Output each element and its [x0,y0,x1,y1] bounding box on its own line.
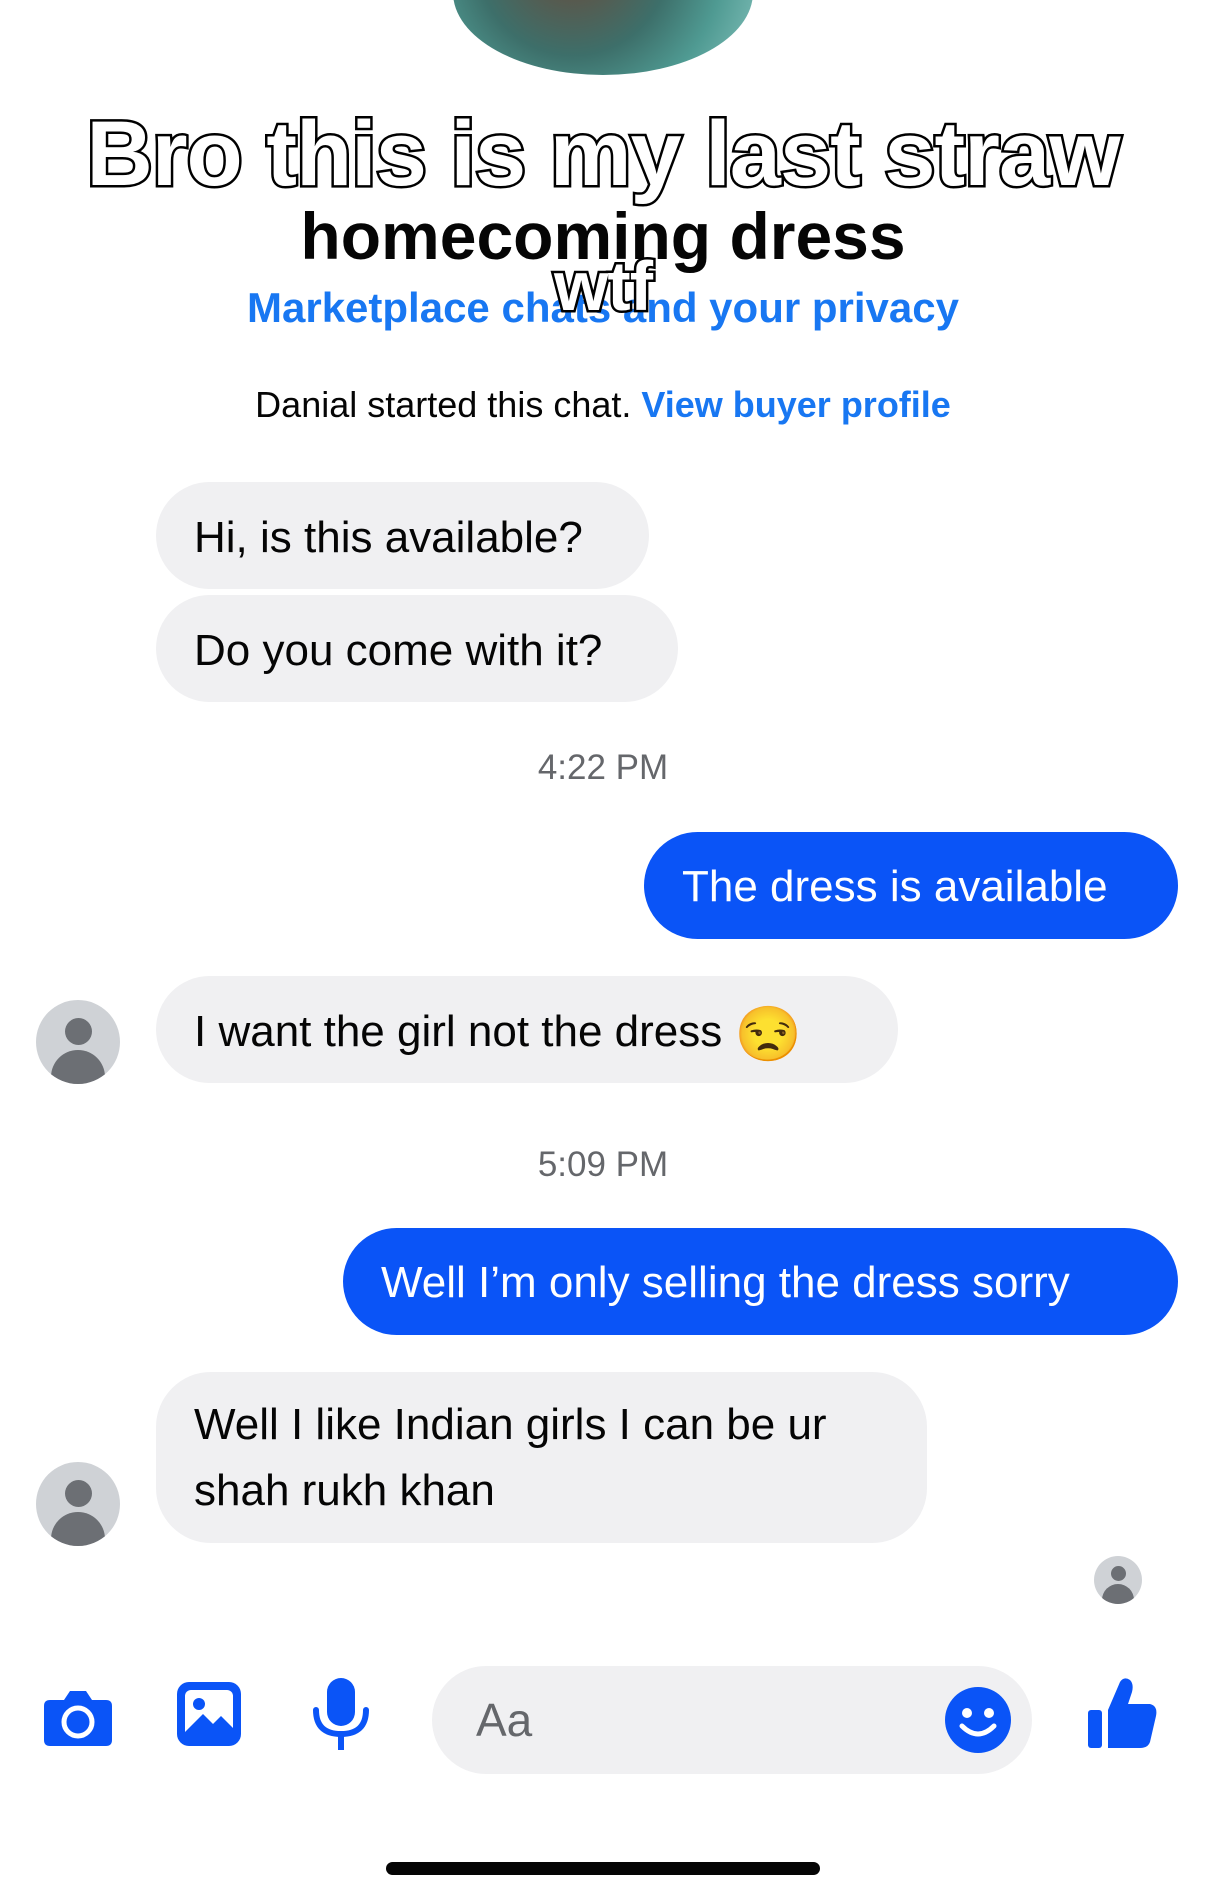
incoming-message[interactable]: I want the girl not the dress 😒 [156,976,898,1083]
overlay-caption-line-1: Bro this is my last straw [84,101,1123,208]
message-text: I want the girl not the dress [194,1007,723,1056]
avatar-head-shape [65,1480,92,1507]
sender-avatar[interactable] [36,1462,120,1546]
like-icon[interactable] [1086,1676,1160,1750]
sender-avatar[interactable] [36,1000,120,1084]
avatar-body-shape [51,1050,105,1084]
chat-started-line: Danial started this chat. View buyer pro… [0,384,1206,426]
emoji-icon[interactable] [944,1686,1012,1754]
incoming-message[interactable]: Hi, is this available? [156,482,649,589]
overlay-caption-line-2: wtf [551,245,655,328]
message-text: Do you come with it? [194,626,603,675]
message-text: Well I like Indian girls I can be ur sha… [194,1400,827,1515]
outgoing-message[interactable]: The dress is available [644,832,1178,939]
message-text: Hi, is this available? [194,513,583,562]
avatar-body-shape [1102,1584,1134,1604]
home-indicator[interactable] [386,1862,820,1875]
outgoing-message[interactable]: Well I’m only selling the dress sorry [343,1228,1178,1335]
gallery-icon[interactable] [175,1680,243,1748]
camera-icon[interactable] [42,1686,114,1748]
avatar-head-shape [65,1018,92,1045]
avatar-body-shape [51,1512,105,1546]
view-buyer-profile-link[interactable]: View buyer profile [641,384,950,425]
incoming-message[interactable]: Do you come with it? [156,595,678,702]
unamused-face-emoji: 😒 [734,1004,802,1065]
message-text: The dress is available [682,862,1108,911]
timestamp: 4:22 PM [537,748,669,787]
message-text: Well I’m only selling the dress sorry [381,1258,1070,1307]
timestamp: 5:09 PM [537,1145,669,1184]
message-input[interactable] [476,1690,936,1750]
listing-photo[interactable] [453,0,753,75]
seen-receipt-avatar [1094,1556,1142,1604]
avatar-head-shape [1111,1566,1126,1581]
chat-started-text: Danial started this chat. [255,384,632,425]
microphone-icon[interactable] [310,1676,372,1754]
incoming-message[interactable]: Well I like Indian girls I can be ur sha… [156,1372,927,1543]
message-composer[interactable] [432,1666,1032,1774]
